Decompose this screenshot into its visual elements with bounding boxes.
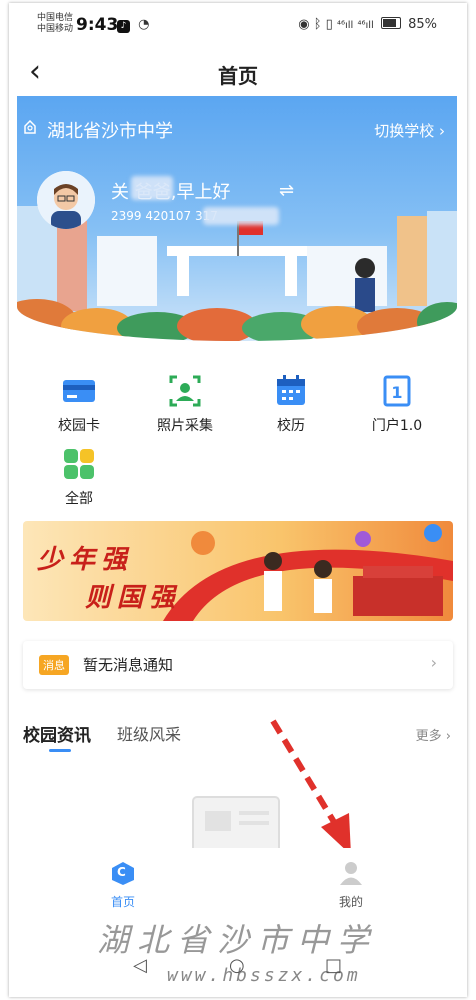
school-row: 湖北省沙市中学 切换学校 › xyxy=(17,96,457,152)
promo-banner[interactable]: 少年强 则国强 xyxy=(23,521,453,621)
carrier-2: 中国移动 xyxy=(37,24,74,34)
school-name: 湖北省沙市中学 xyxy=(47,121,173,142)
menu-photo-capture[interactable]: 照片采集 xyxy=(145,373,225,435)
menu-label: 照片采集 xyxy=(157,418,213,434)
message-notice[interactable]: 消息 暂无消息通知 › xyxy=(23,641,453,689)
carrier-1: 中国电信 xyxy=(37,13,74,23)
menu-campus-card[interactable]: 校园卡 xyxy=(39,373,119,435)
nav-bar: ‹ 首页 xyxy=(9,48,467,96)
person-icon xyxy=(340,862,362,885)
menu-school-calendar[interactable]: 校历 xyxy=(251,373,331,435)
battery-percent: 85% xyxy=(408,17,437,32)
signal-1-icon: ⁴⁶ıll xyxy=(336,20,354,31)
watermark-text: 湖北省沙市中学 xyxy=(97,921,378,959)
more-link[interactable]: 更多 › xyxy=(416,725,451,744)
status-bar: 中国电信 中国移动 9:43 ♪ ◔ ◉ ᛒ ▯ ⁴⁶ıll ⁴⁶ıll 85% xyxy=(9,3,467,45)
status-time: 9:43 xyxy=(76,15,119,35)
svg-text:1: 1 xyxy=(391,383,402,402)
watermark-url: www.hbsszx.com xyxy=(167,965,361,986)
redaction-blur xyxy=(131,176,173,200)
tiktok-icon: ♪ xyxy=(117,20,130,33)
home-icon-letter: C xyxy=(117,865,126,879)
school-icon xyxy=(24,120,36,134)
vibrate-icon: ▯ xyxy=(325,17,333,32)
bottom-nav-me-label: 我的 xyxy=(338,895,363,909)
avatar[interactable] xyxy=(37,171,95,229)
promo-line-1: 少年强 xyxy=(37,545,134,575)
page-title: 首页 xyxy=(218,64,258,88)
swap-user-icon[interactable]: ⇌ xyxy=(279,180,294,201)
carrier-labels: 中国电信 中国移动 xyxy=(37,13,73,35)
battery-icon xyxy=(380,17,401,29)
bottom-nav: C 首页 我的 xyxy=(9,848,467,910)
menu-label: 校历 xyxy=(277,418,305,434)
calendar-icon xyxy=(273,373,309,409)
tab-campus-news[interactable]: 校园资讯 xyxy=(23,721,91,746)
school-banner: 湖北省沙市中学 切换学校 › 关 爸爸,早上好 ⇌ 2399 420107 31… xyxy=(17,96,457,341)
switch-school-button[interactable]: 切换学校 › xyxy=(374,120,445,141)
portal-icon: 1 xyxy=(379,373,415,409)
bottom-nav-me[interactable]: 我的 xyxy=(321,860,381,910)
message-text: 暂无消息通知 xyxy=(83,656,174,674)
menu-label: 校园卡 xyxy=(58,418,100,434)
bottom-nav-home[interactable]: C 首页 xyxy=(93,860,153,910)
phone-screen: 中国电信 中国移动 9:43 ♪ ◔ ◉ ᛒ ▯ ⁴⁶ıll ⁴⁶ıll 85%… xyxy=(9,3,467,997)
speed-icon: ◔ xyxy=(138,17,150,32)
all-apps-icon xyxy=(61,446,97,482)
bottom-nav-home-label: 首页 xyxy=(110,895,135,909)
menu-label: 全部 xyxy=(65,491,93,507)
message-badge: 消息 xyxy=(39,655,69,675)
promo-line-2: 则国强 xyxy=(85,583,182,613)
status-system-icons: ◉ ᛒ ▯ ⁴⁶ıll ⁴⁶ıll 85% xyxy=(298,17,437,32)
redaction-blur xyxy=(203,207,279,225)
menu-label: 门户1.0 xyxy=(371,418,423,434)
status-app-icons: ♪ ◔ xyxy=(117,17,149,33)
user-avatar-icon xyxy=(37,171,95,229)
photo-capture-icon xyxy=(167,373,203,409)
signal-2-icon: ⁴⁶ıll xyxy=(357,20,374,31)
tab-class-style[interactable]: 班级风采 xyxy=(117,721,181,745)
bluetooth-icon: ᛒ xyxy=(313,17,322,32)
menu-portal[interactable]: 1 门户1.0 xyxy=(357,373,437,435)
menu-all-apps[interactable]: 全部 xyxy=(39,446,119,508)
tab-active-indicator xyxy=(49,749,71,752)
eye-icon: ◉ xyxy=(298,17,310,32)
card-icon xyxy=(61,373,97,409)
chevron-right-icon: › xyxy=(430,653,437,672)
red-arrow-annotation xyxy=(270,719,351,855)
user-id: 2399 420107 317 xyxy=(111,209,218,223)
